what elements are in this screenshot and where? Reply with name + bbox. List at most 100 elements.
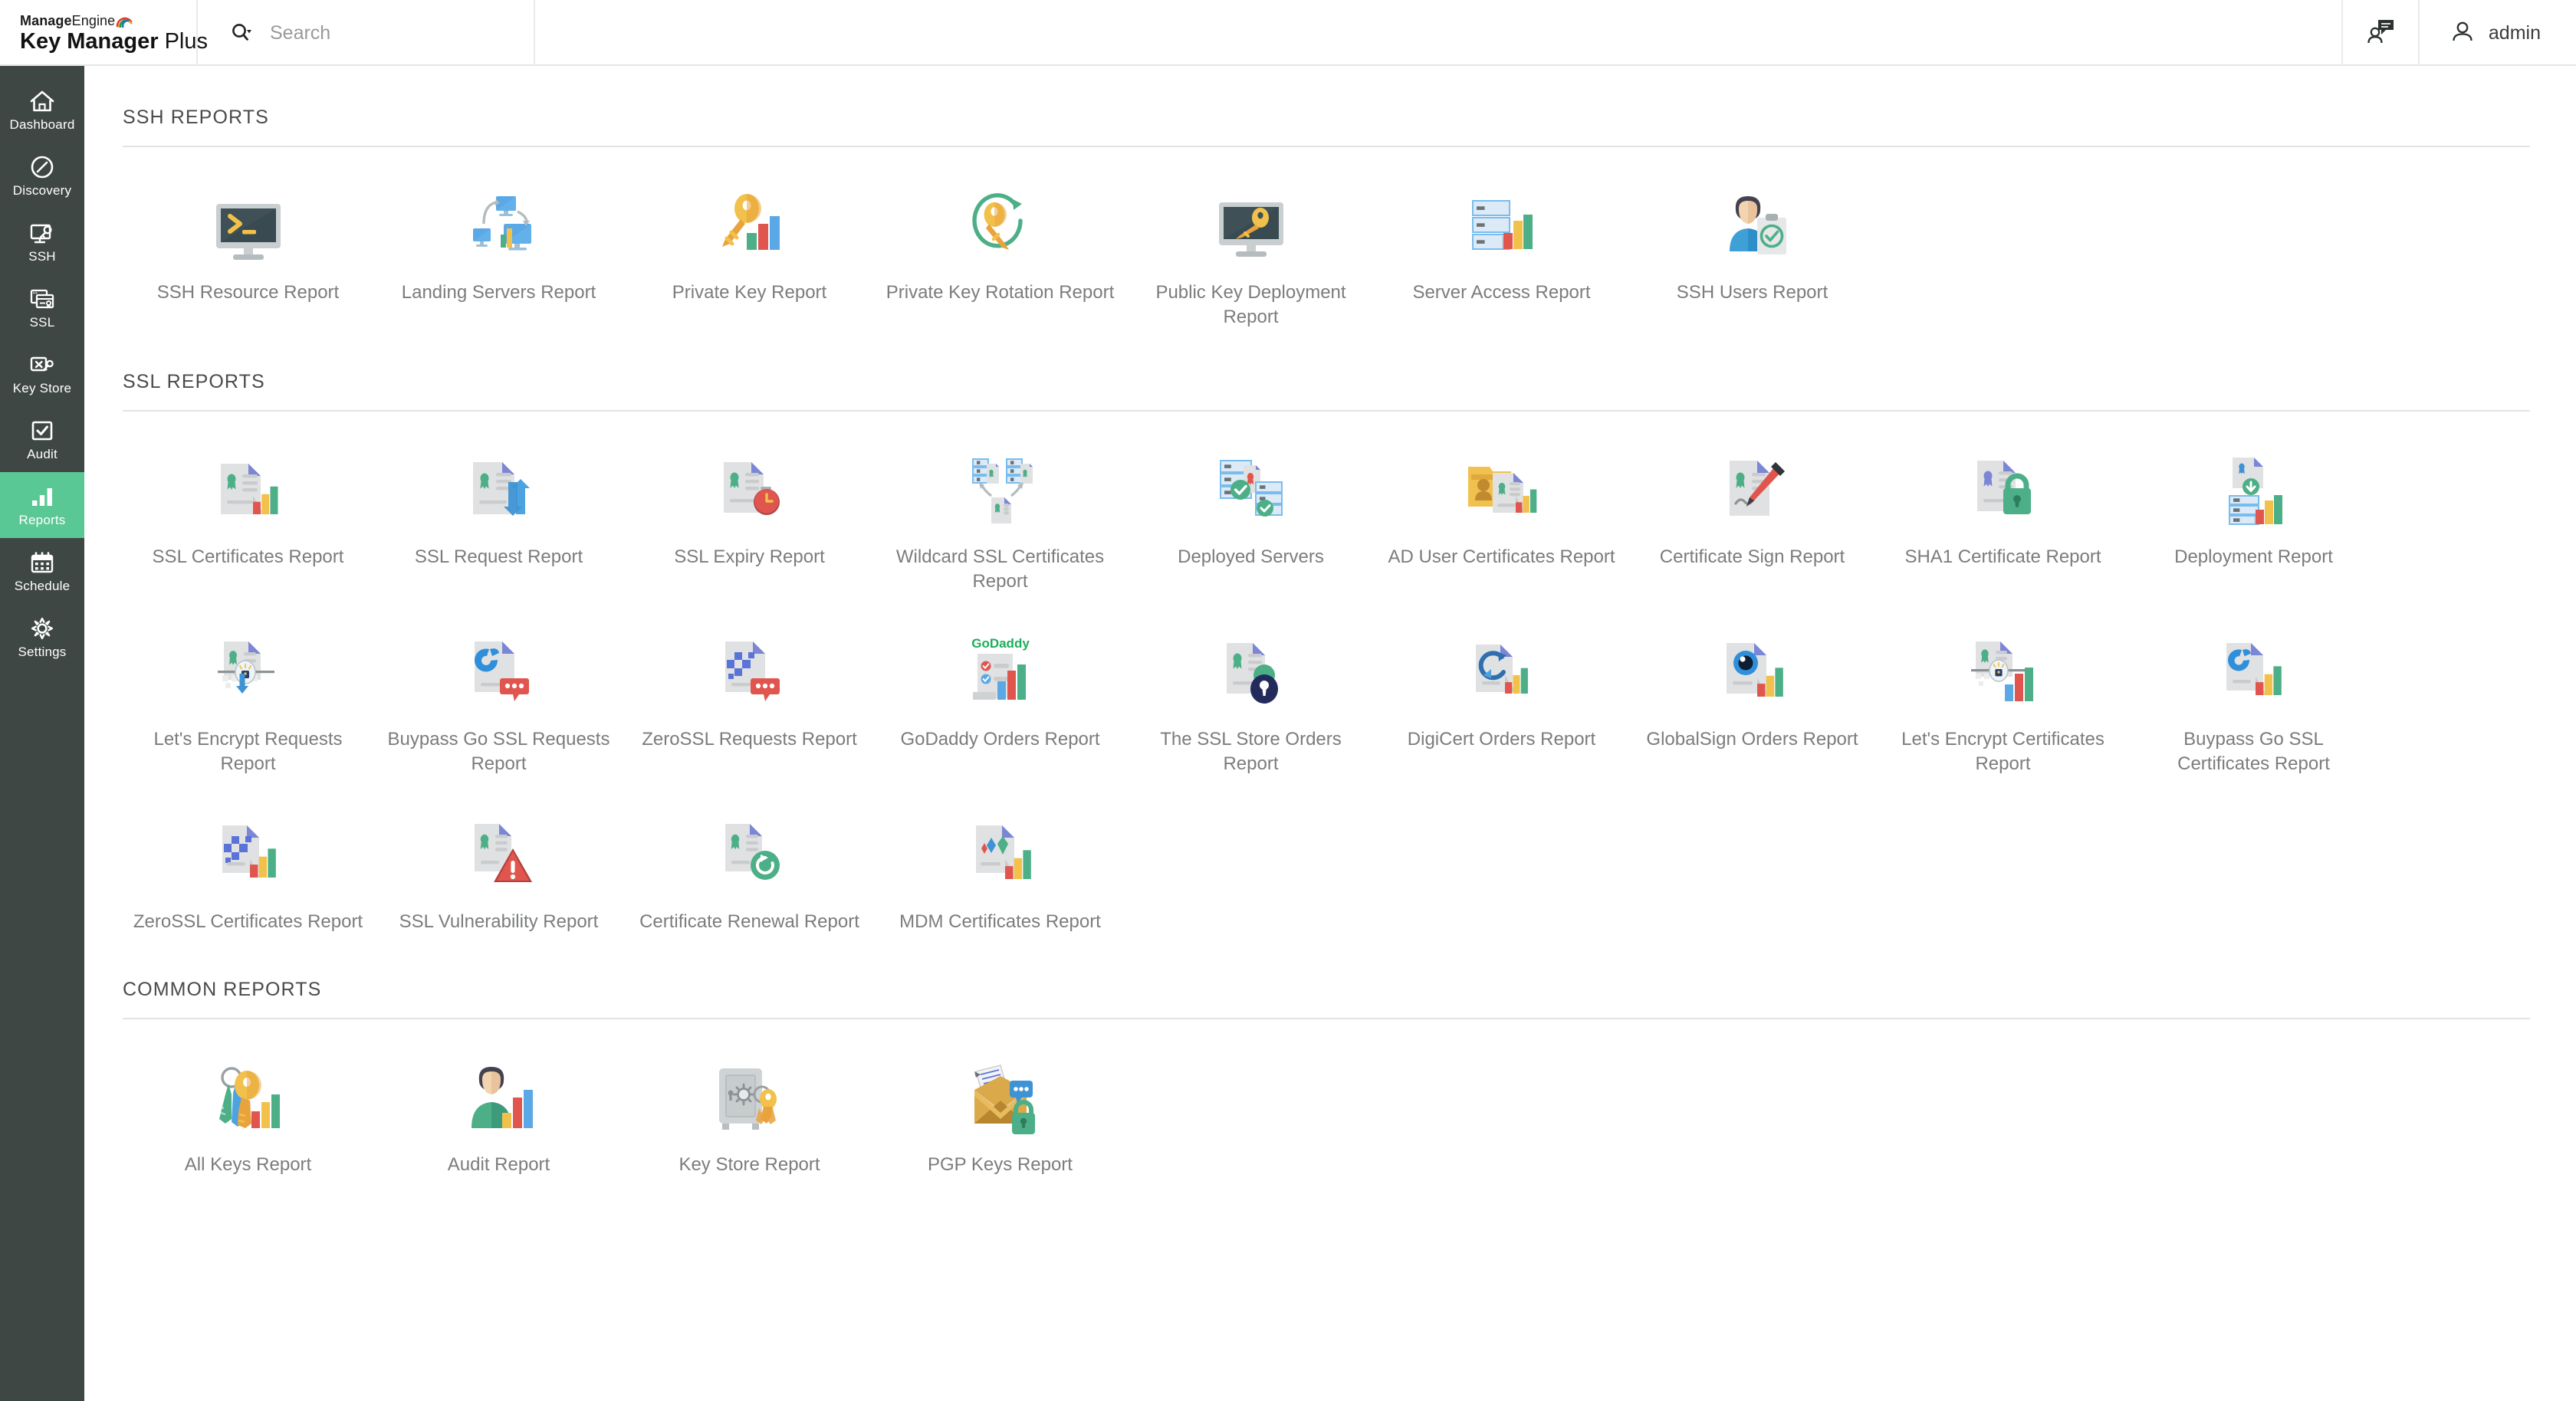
digicert-orders-icon — [1456, 634, 1548, 712]
report-card-pgp-keys-report[interactable]: PGP Keys Report — [875, 1019, 1125, 1177]
checkbox-icon — [29, 418, 55, 444]
report-card-ad-user-certificates-report[interactable]: AD User Certificates Report — [1376, 412, 1627, 594]
app-logo[interactable]: ManageEngine Key Manager Plus — [0, 0, 208, 66]
main-content: SSH REPORTS SSH Resource Report Landing S… — [84, 66, 2576, 1401]
report-card-label: SSH Users Report — [1676, 282, 1829, 303]
report-card-buypass-go-ssl-requests-report[interactable]: Buypass Go SSL Requests Report — [373, 594, 624, 776]
sidebar-item-discovery[interactable]: Discovery — [0, 143, 84, 208]
report-card-godaddy-orders-report[interactable]: GoDaddy GoDaddy Orders Report — [875, 594, 1125, 776]
report-card-the-ssl-store-orders-report[interactable]: The SSL Store Orders Report — [1125, 594, 1376, 776]
sidebar-item-label: Discovery — [12, 182, 72, 198]
report-card-mdm-certificates-report[interactable]: MDM Certificates Report — [875, 776, 1125, 934]
report-card-label: AD User Certificates Report — [1388, 546, 1615, 567]
report-card-ssl-vulnerability-report[interactable]: SSL Vulnerability Report — [373, 776, 624, 934]
report-card-label: SSL Certificates Report — [152, 546, 344, 567]
report-card-ssl-expiry-report[interactable]: SSL Expiry Report — [624, 412, 875, 594]
cert-arrows-icon — [453, 451, 545, 530]
report-card-sha1-certificate-report[interactable]: SHA1 Certificate Report — [1878, 412, 2128, 594]
report-card-label: Wildcard SSL Certificates Report — [895, 546, 1105, 592]
report-card-let-s-encrypt-certificates-report[interactable]: Let's Encrypt Certificates Report — [1878, 594, 2128, 776]
sidebar-item-reports[interactable]: Reports — [0, 472, 84, 538]
letsencrypt-request-icon — [202, 634, 294, 712]
report-card-key-store-report[interactable]: Key Store Report — [624, 1019, 875, 1177]
report-card-landing-servers-report[interactable]: Landing Servers Report — [373, 147, 624, 330]
report-card-ssh-users-report[interactable]: SSH Users Report — [1627, 147, 1878, 330]
sidebar-item-audit[interactable]: Audit — [0, 406, 84, 472]
sidebar-item-label: Key Store — [12, 380, 72, 395]
cert-chart-icon — [202, 451, 294, 530]
logo-manageengine: ManageEngine — [20, 13, 196, 28]
sidebar-item-ssh[interactable]: SSH — [0, 208, 84, 274]
app-header: ManageEngine Key Manager Plus Search adm… — [0, 0, 2576, 66]
search-input[interactable] — [270, 21, 523, 44]
report-card-buypass-go-ssl-certificates-report[interactable]: Buypass Go SSL Certificates Report — [2128, 594, 2379, 776]
cert-renew-icon — [704, 816, 796, 894]
sidebar-item-key-store[interactable]: Key Store — [0, 340, 84, 406]
keyring-chart-icon — [202, 1059, 294, 1137]
ssh-reports-grid: SSH Resource Report Landing Servers Repor… — [123, 147, 2530, 330]
logo-keymanager-text: Key Manager — [20, 28, 159, 54]
report-card-ssl-request-report[interactable]: SSL Request Report — [373, 412, 624, 594]
user-avatar-icon — [2450, 19, 2475, 48]
support-button[interactable] — [2341, 0, 2418, 66]
sidebar-item-schedule[interactable]: Schedule — [0, 538, 84, 604]
report-card-label: GlobalSign Orders Report — [1646, 729, 1858, 750]
buypass-cert-icon — [2208, 634, 2300, 712]
sidebar-item-dashboard[interactable]: Dashboard — [0, 77, 84, 143]
report-card-certificate-renewal-report[interactable]: Certificate Renewal Report — [624, 776, 875, 934]
sidebar-item-settings[interactable]: Settings — [0, 604, 84, 670]
report-card-label: Server Access Report — [1412, 282, 1591, 303]
report-card-zerossl-certificates-report[interactable]: ZeroSSL Certificates Report — [123, 776, 373, 934]
report-card-label: ZeroSSL Certificates Report — [133, 911, 363, 932]
report-card-private-key-rotation-report[interactable]: Private Key Rotation Report — [875, 147, 1125, 330]
report-card-let-s-encrypt-requests-report[interactable]: Let's Encrypt Requests Report — [123, 594, 373, 776]
report-card-deployment-report[interactable]: Deployment Report — [2128, 412, 2379, 594]
report-card-label: Certificate Sign Report — [1659, 546, 1845, 567]
header-spacer — [535, 0, 2341, 64]
logo-engine-text: Engine — [71, 12, 116, 28]
report-card-server-access-report[interactable]: Server Access Report — [1376, 147, 1627, 330]
report-card-deployed-servers[interactable]: Deployed Servers — [1125, 412, 1376, 594]
manageengine-swirl-icon — [116, 14, 133, 28]
key-chart-icon — [704, 187, 796, 265]
server-chart-icon — [1456, 187, 1548, 265]
report-card-public-key-deployment-report[interactable]: Public Key Deployment Report — [1125, 147, 1376, 330]
sidebar-item-ssl[interactable]: SSL — [0, 274, 84, 340]
ssl-reports-grid: SSL Certificates Report SSL Request Repor… — [123, 412, 2530, 934]
report-card-audit-report[interactable]: Audit Report — [373, 1019, 624, 1177]
report-card-label: Public Key Deployment Report — [1155, 282, 1346, 327]
report-card-label: DigiCert Orders Report — [1407, 729, 1596, 750]
report-card-ssh-resource-report[interactable]: SSH Resource Report — [123, 147, 373, 330]
report-card-wildcard-ssl-certificates-report[interactable]: Wildcard SSL Certificates Report — [875, 412, 1125, 594]
report-card-private-key-report[interactable]: Private Key Report — [624, 147, 875, 330]
report-card-digicert-orders-report[interactable]: DigiCert Orders Report — [1376, 594, 1627, 776]
report-card-label: SSL Vulnerability Report — [399, 911, 599, 932]
calendar-icon — [29, 550, 55, 576]
logo-manage-text: Manage — [20, 12, 72, 28]
safe-keys-icon — [704, 1059, 796, 1137]
report-card-label: Key Store Report — [678, 1154, 820, 1175]
report-card-all-keys-report[interactable]: All Keys Report — [123, 1019, 373, 1177]
sidebar-item-label: SSH — [28, 248, 56, 264]
report-card-label: ZeroSSL Requests Report — [642, 729, 857, 750]
report-card-label: Private Key Rotation Report — [886, 282, 1115, 303]
user-menu[interactable]: admin — [2417, 0, 2576, 66]
search-container[interactable] — [198, 0, 535, 66]
godaddy-orders-icon: GoDaddy — [955, 634, 1046, 712]
mdm-cert-icon — [955, 816, 1046, 894]
common-reports-grid: All Keys Report Audit Report Key Store Rep… — [123, 1019, 2530, 1177]
report-card-zerossl-requests-report[interactable]: ZeroSSL Requests Report — [624, 594, 875, 776]
search-icon[interactable] — [230, 21, 253, 44]
user-chart-icon — [453, 1059, 545, 1137]
gear-icon — [29, 615, 55, 641]
report-card-label: Certificate Renewal Report — [639, 911, 859, 932]
sidebar-item-label: Schedule — [14, 578, 71, 593]
sslstore-orders-icon — [1205, 634, 1297, 712]
report-card-label: Deployment Report — [2174, 546, 2333, 567]
report-card-certificate-sign-report[interactable]: Certificate Sign Report — [1627, 412, 1878, 594]
monitor-key-icon — [29, 220, 55, 246]
sidebar-item-label: SSL — [29, 314, 55, 330]
report-card-globalsign-orders-report[interactable]: GlobalSign Orders Report — [1627, 594, 1878, 776]
report-card-ssl-certificates-report[interactable]: SSL Certificates Report — [123, 412, 373, 594]
cert-download-server-icon — [2208, 451, 2300, 530]
